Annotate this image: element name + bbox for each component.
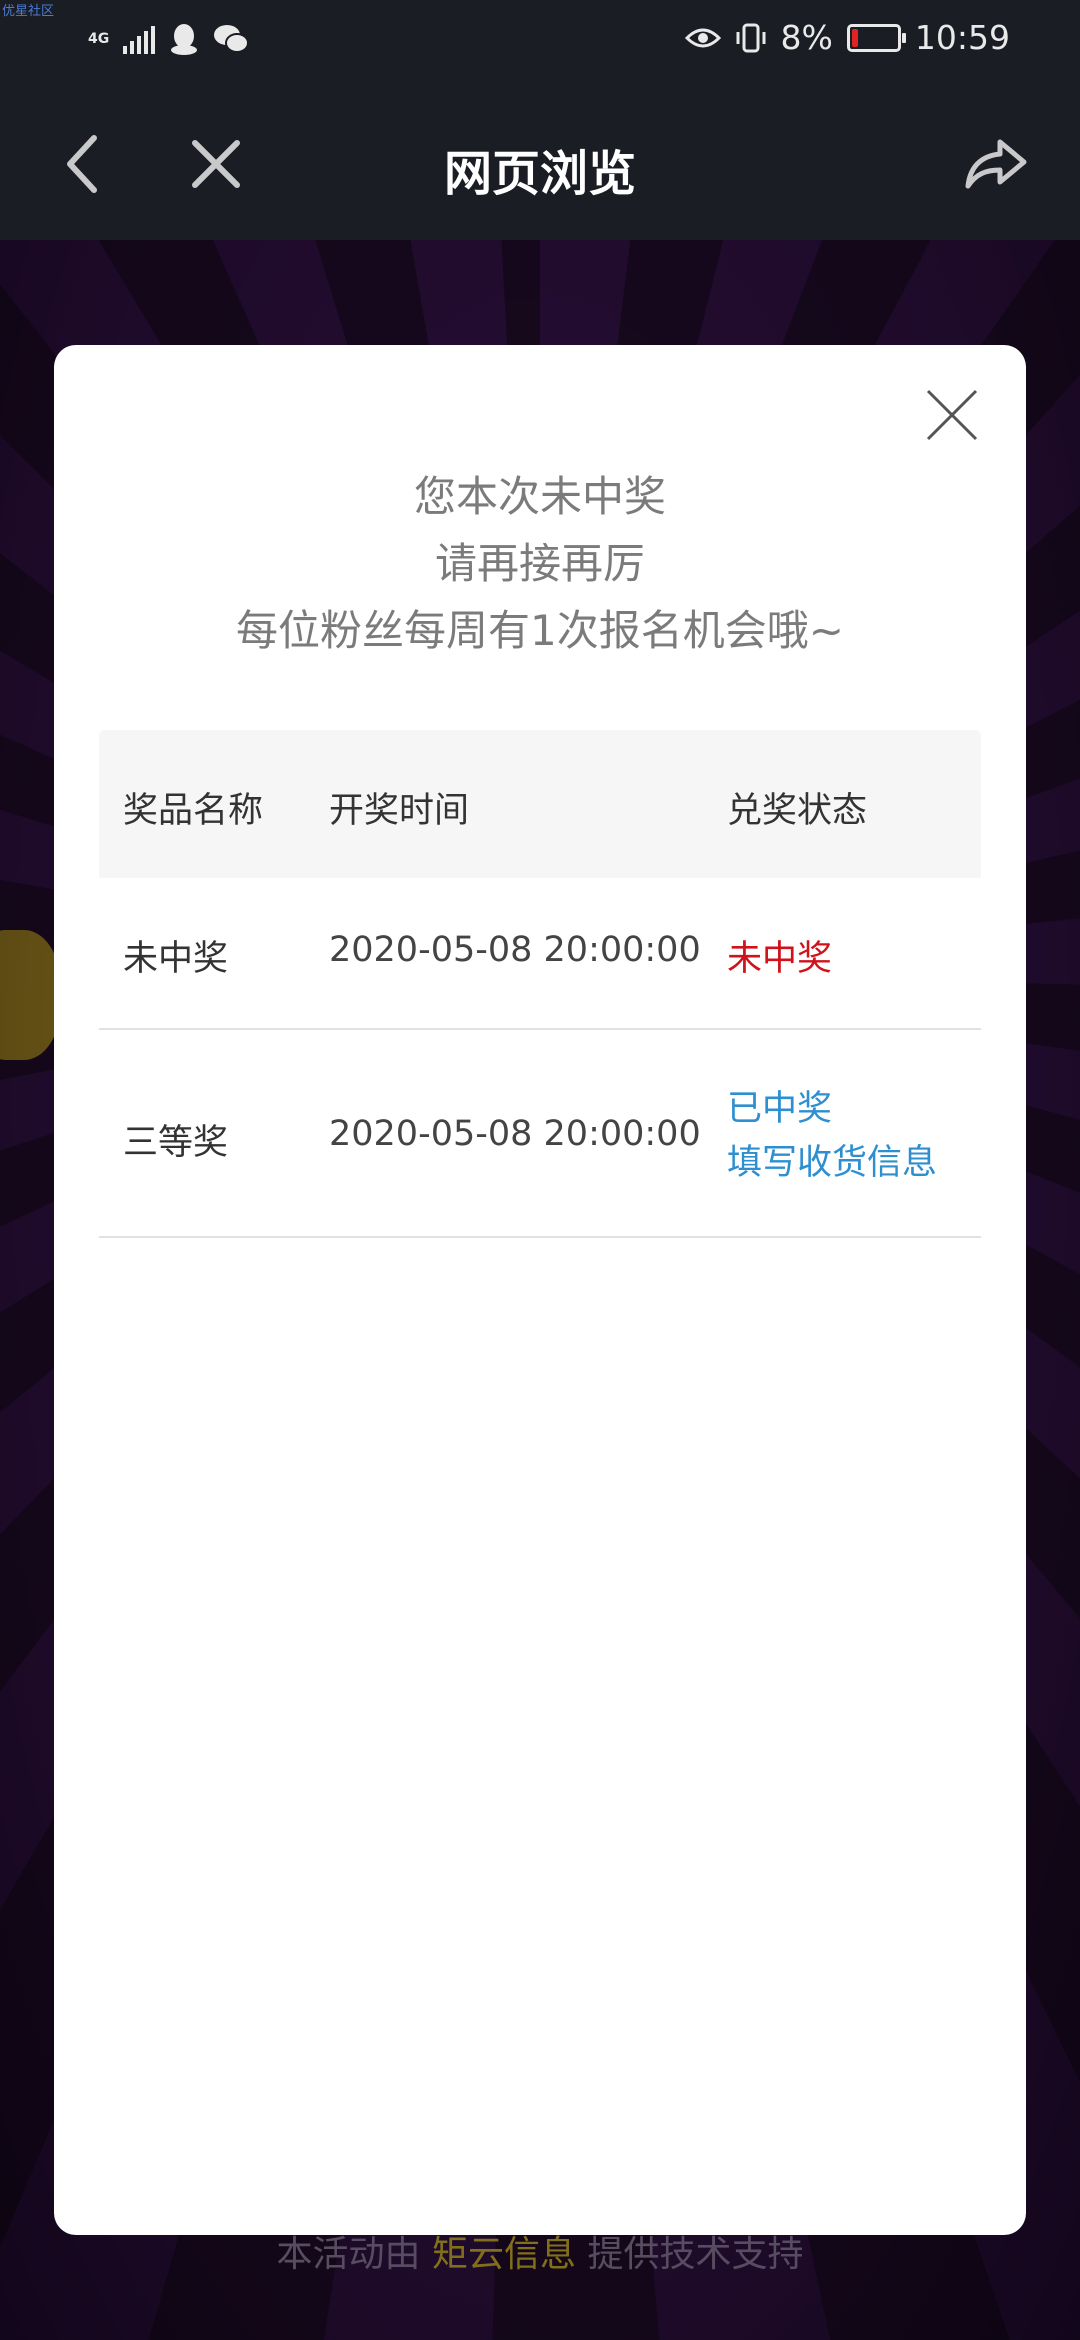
- dialog-close-button[interactable]: [922, 385, 982, 445]
- close-icon: [926, 389, 978, 441]
- battery-icon: [846, 23, 906, 52]
- watermark: 优星社区: [2, 4, 55, 19]
- eye-icon: [684, 26, 721, 50]
- share-icon: [965, 139, 1027, 189]
- redeem-status: 已中奖 填写收货信息: [727, 1082, 937, 1190]
- draw-time: 2020-05-08 20:00:00: [329, 1114, 701, 1154]
- prize-name: 三等奖: [123, 1123, 229, 1163]
- nav-bar: 网页浏览: [0, 84, 1080, 240]
- won-status: 已中奖: [727, 1089, 833, 1129]
- page-title: 网页浏览: [443, 146, 636, 202]
- status-right: 8% 10:59: [684, 18, 1010, 57]
- draw-time: 2020-05-08 20:00:00: [329, 930, 701, 970]
- redeem-status: 未中奖: [727, 939, 833, 979]
- prize-name: 未中奖: [123, 939, 229, 979]
- fill-shipping-info-link[interactable]: 填写收货信息: [727, 1136, 937, 1190]
- table-row: 三等奖 2020-05-08 20:00:00 已中奖 填写收货信息: [99, 1030, 981, 1238]
- share-button[interactable]: [960, 128, 1032, 200]
- qq-icon: [169, 22, 199, 56]
- encourage-message: 请再接再厉: [434, 539, 645, 588]
- column-header-time: 开奖时间: [329, 791, 470, 831]
- table-row: 未中奖 2020-05-08 20:00:00 未中奖: [99, 878, 981, 1030]
- chance-note: 每位粉丝每周有1次报名机会哦~: [236, 606, 844, 655]
- battery-percent: 8%: [780, 18, 833, 57]
- status-left: 4G: [88, 22, 250, 56]
- wechat-icon: [213, 23, 250, 55]
- table-header: 奖品名称 开奖时间 兑奖状态: [99, 730, 981, 878]
- status-bar: 优星社区 4G 8% 10:59: [0, 0, 1080, 84]
- column-header-prize: 奖品名称: [123, 791, 264, 831]
- result-message: 您本次未中奖: [413, 472, 666, 521]
- prize-table: 奖品名称 开奖时间 兑奖状态 未中奖 2020-05-08 20:00:00 未…: [99, 730, 981, 1238]
- battery-level: [851, 28, 858, 47]
- result-dialog: 您本次未中奖 请再接再厉 每位粉丝每周有1次报名机会哦~ 奖品名称 开奖时间 兑…: [54, 345, 1026, 2235]
- column-header-status: 兑奖状态: [727, 791, 868, 831]
- signal-icon: [123, 24, 156, 54]
- network-type: 4G: [88, 31, 110, 47]
- vibrate-icon: [735, 22, 767, 54]
- clock: 10:59: [914, 18, 1010, 57]
